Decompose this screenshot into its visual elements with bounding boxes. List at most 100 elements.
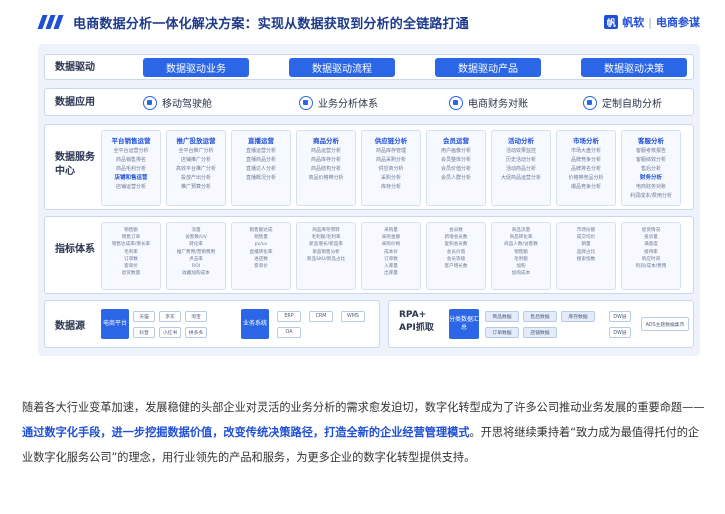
service-column: 会员运营 用户画像分析 会员整体分析 会员价值分析 会员人群分析 bbox=[426, 130, 486, 206]
drive-business-button: 数据驱动业务 bbox=[143, 58, 249, 77]
paragraph-highlight: 通过数字化手段，进一步挖掘数据价值，改变传统决策路径，打造全新的企业经营管理模式 bbox=[22, 426, 470, 439]
kpi-column: 市场份额 成交均价 销量 品牌占比 搜索指数 bbox=[556, 222, 616, 290]
service-column: 平台销售运营 全平台运营分析 商品销售排名 商品毛利分析 店铺和售运营 店铺运营分析 bbox=[101, 130, 161, 206]
service-column: 客服分析 客服考核报告 客服绩效分析 售后分析 财务分析 电商财务对账 利润成本/费用分析 bbox=[621, 130, 681, 206]
analysis-icon bbox=[299, 95, 313, 110]
kpi-line: 毛利额 bbox=[514, 256, 528, 262]
kpi-line: 客户增长数 bbox=[444, 264, 468, 270]
source-chip: 售后数据 bbox=[523, 311, 557, 322]
service-line: 全平台推广分析 bbox=[178, 148, 214, 154]
service-column: 直播运营 直播运营分析 直播商品分析 直播达人分析 直播概况分析 bbox=[231, 130, 291, 206]
kpi-line: 复购会员数 bbox=[444, 242, 468, 248]
source-chip: 库存数据 bbox=[561, 311, 595, 322]
service-line: 财务分析 bbox=[639, 175, 662, 181]
service-line: 店铺推广分析 bbox=[180, 157, 211, 163]
source-chip: 京东 bbox=[159, 311, 181, 322]
service-line: 活动商品分析 bbox=[505, 166, 536, 172]
diagram-header: 电商数据分析一体化解决方案：实现从数据获取到分析的全链路打通 帆 帆软 | 电商… bbox=[37, 10, 700, 36]
kpi-line: 商品转化率 bbox=[509, 235, 533, 241]
kpi-line: 新增会员数 bbox=[444, 235, 468, 241]
kpi-line: 入库量 bbox=[384, 264, 398, 270]
kpi-line: 利润/成本/费用 bbox=[635, 264, 667, 270]
kpi-line: 成本价 bbox=[384, 249, 398, 255]
service-line: 直播商品分析 bbox=[245, 157, 276, 163]
kpi-line: ROI bbox=[191, 264, 201, 270]
ads-chip: ADS主题数据集市 bbox=[641, 317, 689, 331]
app-label: 业务分析体系 bbox=[318, 99, 378, 110]
service-line: 用户画像分析 bbox=[440, 148, 471, 154]
row-data-sources: 数据源 电商平台 天猫 京东 淘宝 抖音 小红书 拼多多 业务系统 ERP CR… bbox=[44, 300, 694, 348]
kpi-column: 流量 访客数/UV 转化率 推广费用/营销费用 点击率 ROI 收藏加购成本 bbox=[166, 222, 226, 290]
kpi-line: 接待率 bbox=[644, 249, 658, 255]
source-chip: 拼多多 bbox=[185, 327, 207, 338]
service-line: 店铺运营分析 bbox=[115, 184, 146, 190]
kpi-line: 销售额达成 bbox=[249, 228, 273, 233]
row-data-apps: 数据应用 移动驾驶舱 业务分析体系 电商财务对账 定制自助分析 bbox=[44, 88, 694, 116]
service-title: 平台销售运营 bbox=[111, 137, 151, 145]
kpi-column: 销售额 销售订单 销售达成率/增长率 毛利率 订单数 客单价 退货数量 bbox=[101, 222, 161, 290]
kpi-column: 会员数 新增会员数 复购会员数 会员价值 会员等级 客户增长数 bbox=[426, 222, 486, 290]
app-custom-analysis: 定制自助分析 bbox=[583, 95, 662, 110]
service-line: 商品销售排名 bbox=[115, 157, 146, 163]
row-label-services: 数据服务中心 bbox=[55, 152, 95, 177]
service-line: 商品采购分析 bbox=[375, 157, 406, 163]
logo-bars-icon bbox=[37, 15, 66, 29]
service-line: 高效平台推广分析 bbox=[175, 166, 216, 172]
source-chip: CRM bbox=[309, 311, 333, 322]
row-label-apps: 数据应用 bbox=[55, 97, 95, 108]
service-title: 直播运营 bbox=[248, 137, 274, 145]
kpi-column: 采购量 采购金额 采购价格 成本价 订单数 入库量 出库量 bbox=[361, 222, 421, 290]
custom-analysis-icon bbox=[583, 95, 597, 110]
kpi-line: 转化率 bbox=[189, 242, 203, 248]
kpi-line: 退货情况 bbox=[641, 228, 661, 233]
body-paragraph: 随着各大行业变革加速，发展稳健的头部企业对灵活的业务分析的需求愈发迫切，数字化转… bbox=[22, 395, 705, 470]
kpi-column: 商品流量 商品转化率 商品人数/访客数 销售额 毛利额 加购 加购成本 bbox=[491, 222, 551, 290]
kpi-line: 访客数/UV bbox=[185, 235, 207, 241]
paragraph-part1: 随着各大行业变革加速，发展稳健的头部企业对灵活的业务分析的需求愈发迫切，数字化转… bbox=[22, 401, 705, 414]
kpi-line: 进店数 bbox=[254, 256, 268, 262]
kpi-line: 销售额 bbox=[514, 249, 528, 255]
kpi-line: 出库量 bbox=[384, 271, 398, 277]
kpi-line: 点击率 bbox=[189, 256, 203, 262]
kpi-line: 销售额 bbox=[124, 228, 138, 233]
dw-chip: DW层 bbox=[609, 311, 631, 322]
kpi-line: 新品SKU/新品占比 bbox=[306, 256, 346, 262]
kpi-line: 新品增长/新品率 bbox=[309, 242, 343, 248]
service-line: 商品价格带分析 bbox=[308, 175, 344, 181]
kpi-line: 销售订单 bbox=[121, 235, 141, 241]
service-line: 利润成本/费用分析 bbox=[630, 193, 672, 199]
row-data-drive: 数据驱动 数据驱动业务 数据驱动流程 数据驱动产品 数据驱动决策 bbox=[44, 54, 694, 80]
service-line: 品牌竞争分析 bbox=[570, 157, 601, 163]
service-title: 商品分析 bbox=[313, 137, 339, 145]
source-chip: 天猫 bbox=[133, 311, 155, 322]
kpi-line: 会员价值 bbox=[446, 249, 466, 255]
drive-process-button: 数据驱动流程 bbox=[289, 58, 395, 77]
kpi-line: 推广费用/营销费用 bbox=[176, 249, 216, 255]
service-line: 商品毛利分析 bbox=[115, 166, 146, 172]
kpi-line: 订单数 bbox=[384, 256, 398, 262]
service-title: 会员运营 bbox=[443, 137, 469, 145]
row-label-drive: 数据驱动 bbox=[55, 62, 95, 73]
kpi-line: 采购量 bbox=[384, 228, 398, 233]
service-line: 直播概况分析 bbox=[245, 175, 276, 181]
brand-sub: 电商参谋 bbox=[656, 16, 700, 29]
service-column: 市场分析 市场大盘分析 品牌竞争分析 品牌排名分析 价格带竞品分析 爆品竞争分析 bbox=[556, 130, 616, 206]
kpi-line: 销量 bbox=[581, 242, 591, 248]
source-chip: WMS bbox=[341, 311, 365, 322]
rpa-label-line1: RPA+ bbox=[399, 310, 427, 320]
brand-separator: | bbox=[648, 15, 652, 29]
kpi-line: 商品库存周转 bbox=[312, 228, 340, 233]
service-line: 大促商品运营分析 bbox=[500, 175, 541, 181]
row-label-kpis: 指标体系 bbox=[55, 244, 95, 255]
source-box-rpa: RPA+ API抓取 分类数据汇总 商品数据 售后数据 库存数据 订单数据 店铺… bbox=[388, 300, 694, 348]
drive-product-button: 数据驱动产品 bbox=[435, 58, 541, 77]
kpi-line: 收藏加购成本 bbox=[182, 271, 210, 277]
source-chip: OA bbox=[277, 327, 301, 338]
service-line: 商品库存分析 bbox=[310, 157, 341, 163]
source-chip: 小红书 bbox=[159, 327, 181, 338]
biz-system-block: 业务系统 bbox=[241, 309, 269, 339]
source-box-platforms: 数据源 电商平台 天猫 京东 淘宝 抖音 小红书 拼多多 业务系统 ERP CR… bbox=[44, 300, 380, 348]
kpi-line: 市场份额 bbox=[576, 228, 596, 233]
ecom-platform-block: 电商平台 bbox=[101, 309, 129, 339]
brand-name: 帆软 bbox=[622, 16, 645, 29]
